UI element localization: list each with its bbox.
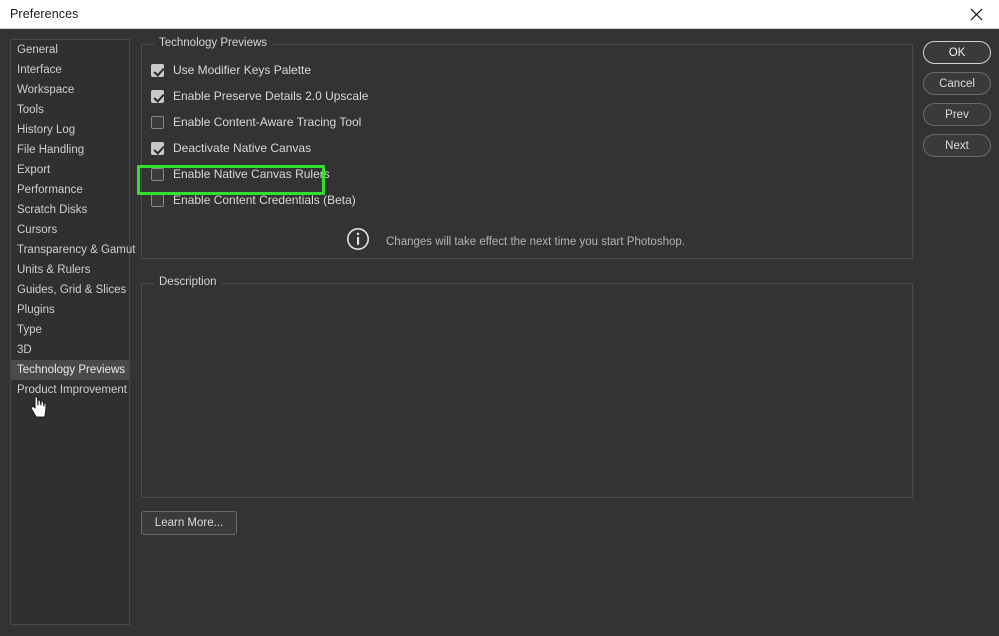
sidebar-item-product-improvement[interactable]: Product Improvement	[11, 380, 129, 400]
title-bar: Preferences	[0, 0, 999, 29]
sidebar-item-label: Performance	[17, 184, 83, 196]
description-group: Description	[141, 276, 913, 498]
checkbox-row-enable-native-canvas-rulers[interactable]: Enable Native Canvas Rulers	[151, 163, 330, 185]
sidebar-item-label: History Log	[17, 124, 76, 136]
checkbox-label: Enable Native Canvas Rulers	[173, 167, 330, 181]
sidebar-item-label: Scratch Disks	[17, 204, 88, 216]
sidebar-item-file-handling[interactable]: File Handling	[11, 140, 129, 160]
sidebar-item-transparency-gamut[interactable]: Transparency & Gamut	[11, 240, 135, 260]
sidebar-item-label: Guides, Grid & Slices	[17, 284, 127, 296]
sidebar-item-history-log[interactable]: History Log	[11, 120, 129, 140]
prev-button[interactable]: Prev	[923, 103, 991, 126]
window-title: Preferences	[10, 7, 79, 21]
sidebar-item-label: Interface	[17, 64, 62, 76]
button-label: Prev	[945, 108, 969, 121]
sidebar-item-label: Technology Previews	[17, 364, 126, 376]
sidebar-item-label: Transparency & Gamut	[17, 244, 136, 256]
sidebar-item-interface[interactable]: Interface	[11, 60, 129, 80]
sidebar-item-units-rulers[interactable]: Units & Rulers	[11, 260, 129, 280]
checkbox-label: Enable Content Credentials (Beta)	[173, 193, 356, 207]
category-sidebar[interactable]: General Interface Workspace Tools History Lo…	[10, 39, 135, 625]
checkbox-indicator[interactable]	[151, 141, 164, 155]
sidebar-item-type[interactable]: Type	[11, 320, 129, 340]
button-label: Cancel	[939, 77, 975, 90]
checkbox-indicator[interactable]	[151, 167, 164, 181]
info-icon	[346, 227, 370, 256]
cancel-button[interactable]: Cancel	[923, 72, 991, 95]
sidebar-item-label: File Handling	[17, 144, 85, 156]
checkbox-row-enable-content-credentials-beta[interactable]: Enable Content Credentials (Beta)	[151, 189, 356, 211]
checkbox-row-deactivate-native-canvas[interactable]: Deactivate Native Canvas	[151, 137, 311, 159]
checkbox-label: Deactivate Native Canvas	[173, 141, 312, 155]
checkbox-indicator[interactable]	[151, 89, 164, 103]
description-group-label: Description	[154, 276, 222, 288]
ok-button[interactable]: OK	[923, 41, 991, 64]
learn-more-button[interactable]: Learn More...	[141, 511, 237, 535]
sidebar-item-technology-previews[interactable]: Technology Previews	[11, 360, 129, 380]
sidebar-item-label: General	[17, 44, 58, 56]
sidebar-item-3d[interactable]: 3D	[11, 340, 129, 360]
sidebar-item-label: Units & Rulers	[17, 264, 91, 276]
sidebar-item-label: Plugins	[17, 304, 55, 316]
sidebar-item-performance[interactable]: Performance	[11, 180, 129, 200]
restart-note-text: Changes will take effect the next time y…	[386, 235, 685, 248]
sidebar-item-workspace[interactable]: Workspace	[11, 80, 129, 100]
button-label: OK	[948, 46, 966, 59]
checkbox-label: Enable Content-Aware Tracing Tool	[173, 115, 362, 129]
sidebar-item-label: Tools	[17, 104, 44, 116]
sidebar-item-label: 3D	[17, 344, 32, 356]
sidebar-item-cursors[interactable]: Cursors	[11, 220, 129, 240]
checkbox-indicator[interactable]	[151, 63, 164, 77]
restart-note: Changes will take effect the next time y…	[346, 227, 685, 256]
next-button[interactable]: Next	[923, 134, 991, 157]
sidebar-item-scratch-disks[interactable]: Scratch Disks	[11, 200, 129, 220]
dialog-body: General Interface Workspace Tools History Lo…	[0, 29, 999, 636]
checkbox-row-enable-content-aware-tracing-tool[interactable]: Enable Content-Aware Tracing Tool	[151, 111, 361, 133]
sidebar-item-label: Type	[17, 324, 42, 336]
checkbox-indicator[interactable]	[151, 115, 164, 129]
sidebar-item-label: Export	[17, 164, 51, 176]
sidebar-item-label: Cursors	[17, 224, 58, 236]
technology-previews-group: Technology Previews Use Modifier Keys Pa…	[141, 37, 913, 259]
dialog-action-buttons: OK Cancel Prev Next	[923, 41, 991, 165]
sidebar-item-plugins[interactable]: Plugins	[11, 300, 129, 320]
description-text	[152, 294, 902, 487]
sidebar-item-export[interactable]: Export	[11, 160, 129, 180]
checkbox-row-use-modifier-keys-palette[interactable]: Use Modifier Keys Palette	[151, 59, 311, 81]
checkbox-indicator[interactable]	[151, 193, 164, 207]
sidebar-item-general[interactable]: General	[11, 40, 129, 60]
button-label: Next	[945, 139, 969, 152]
preferences-dialog: Preferences General Interface Workspace Too…	[0, 0, 999, 636]
checkbox-label: Enable Preserve Details 2.0 Upscale	[173, 89, 369, 103]
checkbox-label: Use Modifier Keys Palette	[173, 63, 312, 77]
checkbox-row-enable-preserve-details-2-0-upscale[interactable]: Enable Preserve Details 2.0 Upscale	[151, 85, 368, 107]
sidebar-item-label: Product Improvement	[17, 384, 127, 396]
sidebar-item-label: Workspace	[17, 84, 75, 96]
technology-previews-group-label: Technology Previews	[154, 37, 273, 49]
sidebar-item-tools[interactable]: Tools	[11, 100, 129, 120]
close-icon[interactable]	[953, 0, 999, 29]
sidebar-item-guides-grid-slices[interactable]: Guides, Grid & Slices	[11, 280, 129, 300]
